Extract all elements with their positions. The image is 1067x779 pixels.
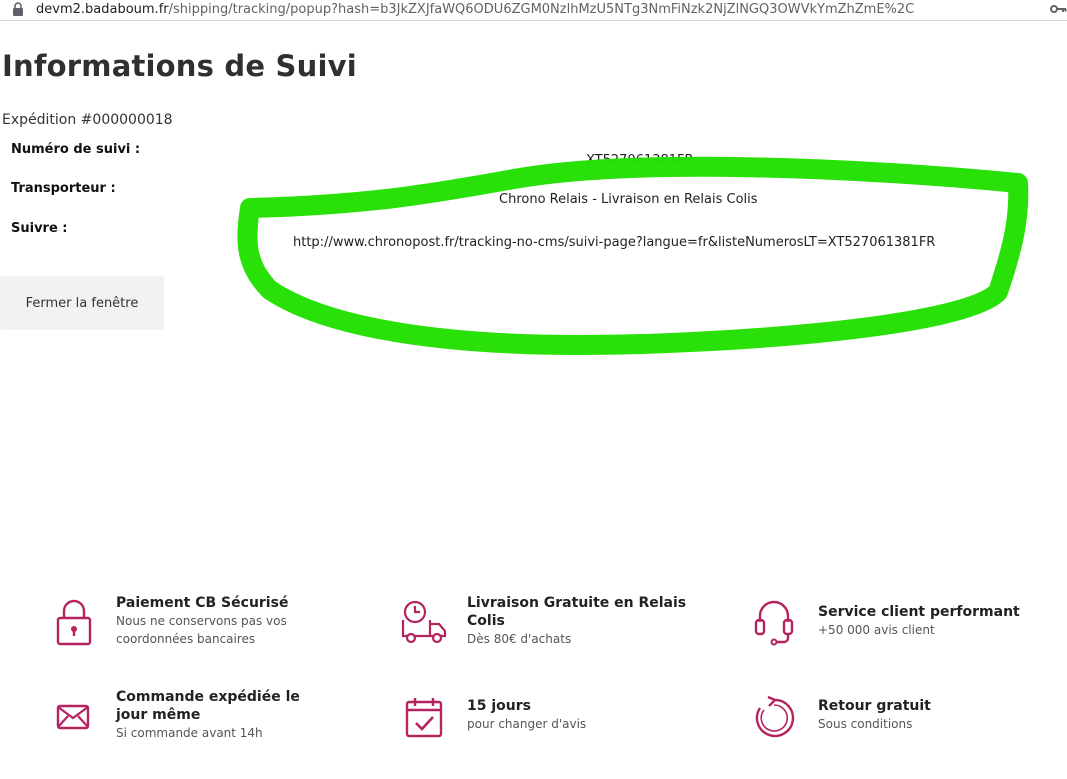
tracking-number-label: Numéro de suivi :	[11, 142, 141, 157]
url-host: devm2.badaboum.fr	[36, 2, 169, 17]
url-path: /shipping/tracking/popup?hash=b3JkZXJfaW…	[168, 2, 915, 17]
feature-title: Commande expédiée le	[116, 689, 300, 705]
follow-label: Suivre :	[11, 221, 68, 236]
feature-desc: Nous ne conservons pas vos	[116, 614, 287, 628]
browser-address-bar[interactable]: devm2.badaboum.fr/shipping/tracking/popu…	[0, 0, 1067, 21]
return-arrow-icon	[755, 695, 795, 738]
feature-title: Service client performant	[818, 604, 1020, 620]
page-title: Informations de Suivi	[2, 49, 357, 83]
carrier-label: Transporteur :	[11, 181, 116, 196]
tracking-number-value: XT527061381FR	[586, 153, 694, 168]
feature-title: Retour gratuit	[818, 698, 931, 714]
carrier-value: Chrono Relais - Livraison en Relais Coli…	[499, 192, 758, 207]
feature-desc: pour changer d'avis	[467, 717, 587, 731]
envelope-icon	[56, 704, 90, 730]
feature-title-line2: Colis	[467, 613, 505, 629]
key-icon[interactable]	[1050, 3, 1067, 15]
headset-icon	[754, 600, 794, 646]
padlock-icon	[56, 599, 92, 646]
feature-desc: Sous conditions	[818, 717, 913, 731]
feature-title: Livraison Gratuite en Relais	[467, 595, 687, 611]
feature-title-line2: jour même	[116, 707, 201, 723]
calendar-check-icon	[405, 698, 443, 738]
close-window-button[interactable]: Fermer la fenêtre	[0, 276, 164, 330]
tracking-link[interactable]: http://www.chronopost.fr/tracking-no-cms…	[293, 235, 935, 250]
shipment-number: Expédition #000000018	[2, 112, 173, 128]
tracking-popup-page: devm2.badaboum.fr/shipping/tracking/popu…	[0, 0, 1067, 779]
feature-desc: Si commande avant 14h	[116, 726, 263, 740]
feature-title: Paiement CB Sécurisé	[116, 595, 289, 611]
feature-title: 15 jours	[467, 698, 531, 714]
lock-icon	[13, 2, 23, 16]
feature-desc: Dès 80€ d'achats	[467, 632, 572, 646]
feature-desc: +50 000 avis client	[818, 623, 935, 637]
address-url[interactable]: devm2.badaboum.fr/shipping/tracking/popu…	[36, 1, 914, 18]
feature-desc: coordonnées bancaires	[116, 632, 256, 646]
delivery-truck-icon	[401, 600, 447, 644]
